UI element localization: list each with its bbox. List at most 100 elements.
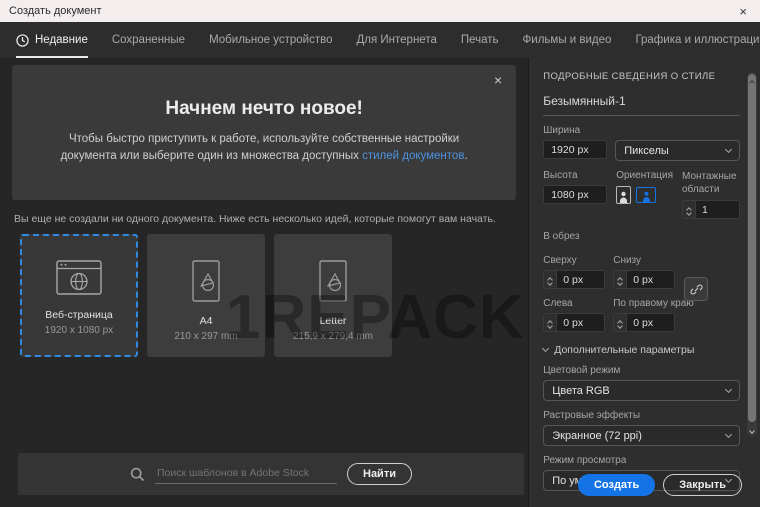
- bleed-right-stepper[interactable]: 0 px: [613, 313, 675, 332]
- category-tabs: Недавние Сохраненные Мобильное устройств…: [0, 22, 760, 58]
- tab-label: Печать: [461, 34, 499, 46]
- orientation-label: Ориентация: [616, 170, 673, 181]
- welcome-banner: × Начнем нечто новое! Чтобы быстро прист…: [12, 65, 516, 200]
- window-close-icon[interactable]: ×: [735, 5, 751, 18]
- artboards-label: Монтажные области: [682, 170, 740, 196]
- chevron-down-icon: [725, 145, 732, 152]
- chevron-down-icon: [725, 430, 732, 437]
- bleed-left-stepper[interactable]: 0 px: [543, 313, 605, 332]
- stock-search-bar: Найти: [18, 453, 524, 495]
- bleed-top-label: Сверху: [543, 255, 605, 266]
- print-page-icon: [316, 260, 350, 302]
- stock-search-input[interactable]: [155, 465, 337, 484]
- banner-text-part: .: [464, 150, 467, 162]
- raster-effects-dropdown[interactable]: Экранное (72 ppi): [543, 425, 740, 446]
- empty-state-hint: Вы еще не создали ни одного документа. Н…: [14, 213, 528, 225]
- presets-area: × Начнем нечто новое! Чтобы быстро прист…: [0, 58, 529, 507]
- color-mode-dropdown[interactable]: Цвета RGB: [543, 380, 740, 401]
- preset-name: Letter: [320, 315, 347, 327]
- bleed-right-value: 0 px: [627, 314, 674, 331]
- portrait-person-icon: [619, 191, 628, 203]
- preview-mode-label: Режим просмотра: [543, 455, 740, 466]
- create-button[interactable]: Создать: [578, 474, 655, 496]
- tab-saved[interactable]: Сохраненные: [112, 22, 185, 58]
- tab-label: Графика и иллюстрации: [635, 34, 760, 46]
- preset-card-a4[interactable]: A4 210 x 297 mm: [147, 234, 265, 357]
- preset-card-letter[interactable]: Letter 215,9 x 279,4 mm: [274, 234, 392, 357]
- tab-mobile[interactable]: Мобильное устройство: [209, 22, 332, 58]
- width-label: Ширина: [543, 125, 740, 136]
- stepper-arrows[interactable]: [614, 271, 627, 288]
- link-bleed-values-button[interactable]: [684, 277, 708, 301]
- web-page-icon: [56, 260, 102, 296]
- search-button[interactable]: Найти: [347, 463, 412, 485]
- raster-effects-label: Растровые эффекты: [543, 410, 740, 421]
- color-mode-value: Цвета RGB: [552, 385, 610, 397]
- advanced-options-label: Дополнительные параметры: [554, 344, 694, 356]
- preset-size: 215,9 x 279,4 mm: [293, 331, 373, 342]
- document-presets-link[interactable]: стилей документов: [362, 150, 464, 162]
- height-input[interactable]: 1080 px: [543, 185, 607, 204]
- bleed-bottom-label: Снизу: [613, 255, 675, 266]
- bleed-bottom-stepper[interactable]: 0 px: [613, 270, 675, 289]
- bleed-top-value: 0 px: [557, 271, 604, 288]
- preset-card-web-page[interactable]: Веб-страница 1920 x 1080 px: [20, 234, 138, 357]
- chain-link-icon: [690, 283, 703, 296]
- tab-label: Мобильное устройство: [209, 34, 332, 46]
- tab-label: Фильмы и видео: [523, 34, 612, 46]
- advanced-options-toggle[interactable]: Дополнительные параметры: [543, 344, 740, 356]
- title-bar: Создать документ ×: [0, 0, 760, 22]
- tab-recent[interactable]: Недавние: [16, 22, 88, 58]
- preset-name: A4: [200, 315, 213, 327]
- raster-effects-value: Экранное (72 ppi): [552, 430, 642, 442]
- bleed-right-label: По правому краю: [613, 298, 675, 309]
- panel-scrollbar[interactable]: [747, 72, 757, 436]
- chevron-down-icon: [542, 345, 549, 352]
- tab-web[interactable]: Для Интернета: [356, 22, 436, 58]
- banner-text: Чтобы быстро приступить к работе, исполь…: [44, 131, 484, 166]
- width-input[interactable]: 1920 px: [543, 140, 607, 159]
- tab-art-illustration[interactable]: Графика и иллюстрации: [635, 22, 760, 58]
- orientation-portrait-button[interactable]: [616, 186, 631, 204]
- bleed-left-value: 0 px: [557, 314, 604, 331]
- chevron-down-icon: [725, 385, 732, 392]
- document-name-field[interactable]: Безымянный-1: [543, 94, 740, 116]
- stepper-arrows[interactable]: [683, 201, 696, 218]
- new-document-dialog: Создать документ × Недавние Сохраненные …: [0, 0, 760, 507]
- tab-label: Для Интернета: [356, 34, 436, 46]
- scrollbar-thumb[interactable]: [748, 74, 756, 422]
- tab-label: Сохраненные: [112, 34, 185, 46]
- units-value: Пикселы: [624, 145, 669, 157]
- bleed-top-stepper[interactable]: 0 px: [543, 270, 605, 289]
- clock-icon: [16, 34, 29, 47]
- color-mode-label: Цветовой режим: [543, 365, 740, 376]
- preset-details-panel: ПОДРОБНЫЕ СВЕДЕНИЯ О СТИЛЕ Безымянный-1 …: [529, 58, 760, 507]
- preset-size: 1920 x 1080 px: [45, 325, 113, 336]
- artboards-stepper[interactable]: 1: [682, 200, 740, 219]
- preset-name: Веб-страница: [45, 309, 113, 321]
- stepper-arrows[interactable]: [544, 271, 557, 288]
- bleed-bottom-value: 0 px: [627, 271, 674, 288]
- preset-size: 210 x 297 mm: [174, 331, 237, 342]
- chevron-up-icon: [749, 80, 755, 86]
- tab-label: Недавние: [35, 34, 88, 46]
- bleed-left-label: Слева: [543, 298, 605, 309]
- height-label: Высота: [543, 170, 607, 181]
- stepper-arrows[interactable]: [614, 314, 627, 331]
- close-button[interactable]: Закрыть: [663, 474, 742, 496]
- units-dropdown[interactable]: Пикселы: [615, 140, 740, 161]
- tab-film-video[interactable]: Фильмы и видео: [523, 22, 612, 58]
- landscape-person-icon: [642, 191, 651, 202]
- banner-close-icon[interactable]: ×: [494, 73, 502, 87]
- search-icon: [130, 467, 145, 482]
- chevron-down-icon: [749, 428, 755, 434]
- panel-header: ПОДРОБНЫЕ СВЕДЕНИЯ О СТИЛЕ: [543, 71, 740, 82]
- orientation-landscape-button[interactable]: [636, 187, 656, 203]
- tab-print[interactable]: Печать: [461, 22, 499, 58]
- banner-title: Начнем нечто новое!: [12, 65, 516, 120]
- preset-cards: Веб-страница 1920 x 1080 px A4 210 x 297…: [20, 234, 528, 357]
- print-page-icon: [189, 260, 223, 302]
- window-title: Создать документ: [9, 5, 102, 17]
- artboards-value: 1: [696, 201, 739, 218]
- stepper-arrows[interactable]: [544, 314, 557, 331]
